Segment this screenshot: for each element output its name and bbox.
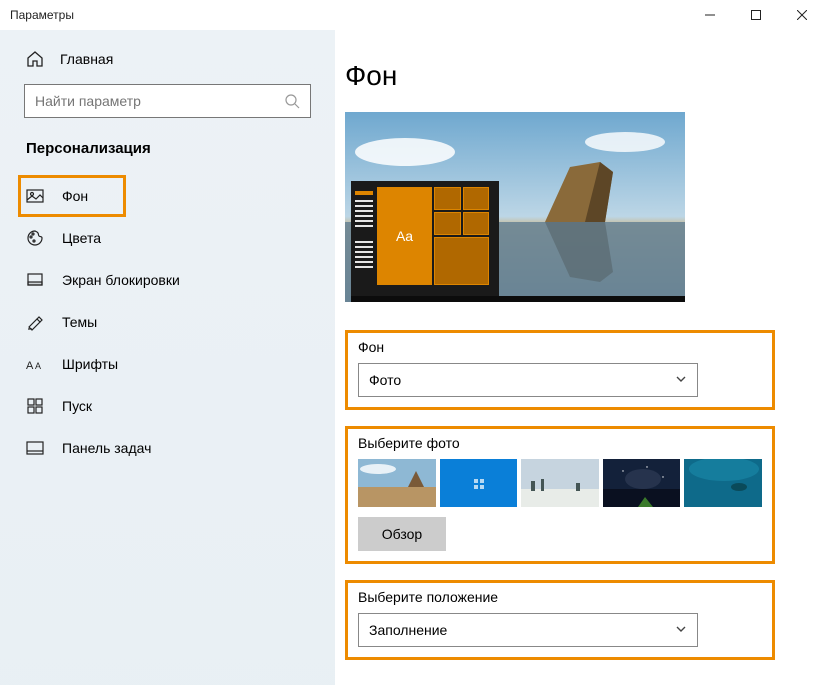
- window-title: Параметры: [10, 8, 687, 22]
- choose-photo-group: Выберите фото Обзор: [345, 426, 775, 564]
- sidebar-item-start[interactable]: Пуск: [0, 385, 335, 427]
- svg-text:A: A: [35, 361, 41, 371]
- sidebar-item-label: Шрифты: [62, 356, 118, 372]
- fit-label: Выберите положение: [358, 589, 762, 605]
- taskbar-preview: [351, 296, 685, 302]
- photo-thumb-4[interactable]: [603, 459, 681, 507]
- background-type-dropdown[interactable]: Фото: [358, 363, 698, 397]
- start-menu-preview: Aa: [351, 181, 499, 296]
- minimize-button[interactable]: [687, 0, 733, 30]
- search-input[interactable]: [35, 93, 284, 109]
- close-button[interactable]: [779, 0, 825, 30]
- photo-thumb-2[interactable]: [440, 459, 518, 507]
- section-title: Персонализация: [0, 140, 335, 175]
- chevron-down-icon: [675, 622, 687, 638]
- fit-dropdown[interactable]: Заполнение: [358, 613, 698, 647]
- search-input-container[interactable]: [24, 84, 311, 118]
- maximize-button[interactable]: [733, 0, 779, 30]
- picture-icon: [26, 187, 44, 205]
- page-title: Фон: [345, 60, 815, 92]
- sidebar-item-fonts[interactable]: AA Шрифты: [0, 343, 335, 385]
- home-label: Главная: [60, 51, 113, 67]
- themes-icon: [26, 313, 44, 331]
- browse-button[interactable]: Обзор: [358, 517, 446, 551]
- background-type-group: Фон Фото: [345, 330, 775, 410]
- sidebar-item-label: Пуск: [62, 398, 92, 414]
- sidebar-item-label: Экран блокировки: [62, 272, 180, 288]
- titlebar: Параметры: [0, 0, 825, 30]
- sidebar-item-label: Панель задач: [62, 440, 151, 456]
- lockscreen-icon: [26, 271, 44, 289]
- fit-group: Выберите положение Заполнение: [345, 580, 775, 660]
- sidebar: Главная Персонализация Фон Цвета Э: [0, 30, 335, 685]
- background-type-label: Фон: [358, 339, 762, 355]
- sidebar-item-label: Темы: [62, 314, 97, 330]
- sidebar-item-taskbar[interactable]: Панель задач: [0, 427, 335, 469]
- palette-icon: [26, 229, 44, 247]
- photo-thumb-3[interactable]: [521, 459, 599, 507]
- sample-text-tile: Aa: [377, 187, 432, 285]
- taskbar-icon: [26, 439, 44, 457]
- photo-thumb-1[interactable]: [358, 459, 436, 507]
- start-icon: [26, 397, 44, 415]
- chevron-down-icon: [675, 372, 687, 388]
- sidebar-item-background[interactable]: Фон: [18, 175, 126, 217]
- home-link[interactable]: Главная: [0, 44, 335, 84]
- content-pane: Фон: [335, 30, 825, 685]
- sidebar-item-lockscreen[interactable]: Экран блокировки: [0, 259, 335, 301]
- sidebar-item-themes[interactable]: Темы: [0, 301, 335, 343]
- browse-button-label: Обзор: [382, 526, 422, 542]
- search-icon: [284, 93, 300, 109]
- desktop-preview: Aa: [345, 112, 685, 302]
- sidebar-item-label: Фон: [62, 188, 88, 204]
- sidebar-item-label: Цвета: [62, 230, 101, 246]
- choose-photo-label: Выберите фото: [358, 435, 762, 451]
- svg-text:A: A: [26, 360, 34, 371]
- photo-thumbnails: [358, 459, 762, 507]
- dropdown-value: Заполнение: [369, 622, 447, 638]
- dropdown-value: Фото: [369, 372, 401, 388]
- sidebar-item-colors[interactable]: Цвета: [0, 217, 335, 259]
- fonts-icon: AA: [26, 355, 44, 373]
- home-icon: [26, 50, 44, 68]
- photo-thumb-5[interactable]: [684, 459, 762, 507]
